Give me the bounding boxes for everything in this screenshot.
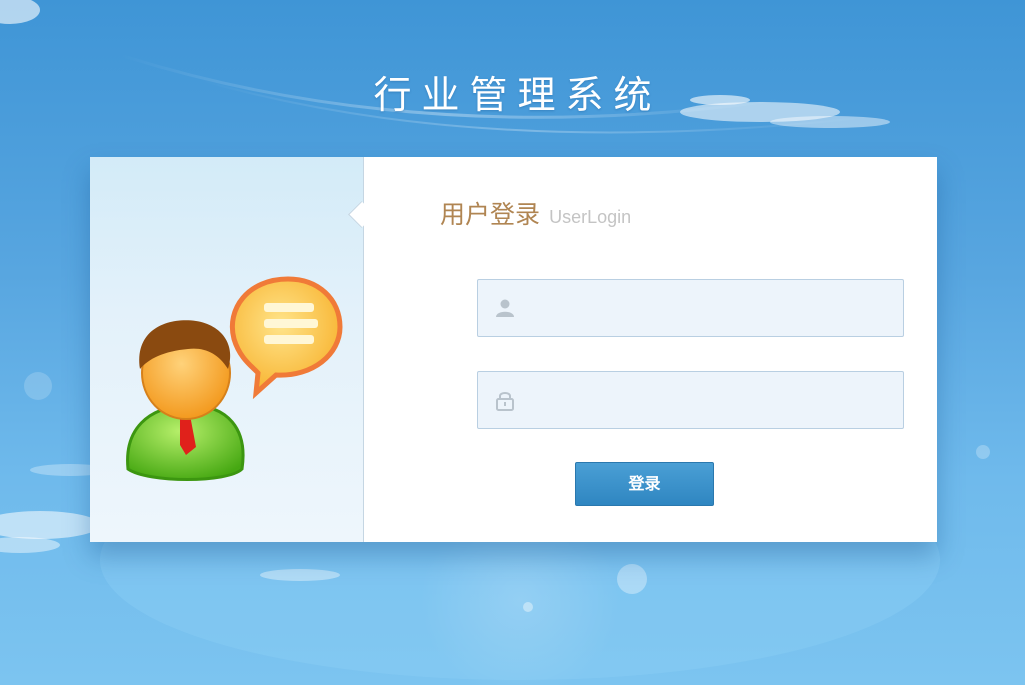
login-button[interactable]: 登录 <box>575 462 714 506</box>
login-heading: 用户登录 UserLogin <box>440 195 631 231</box>
system-title: 行业管理系统 <box>373 73 662 117</box>
illustration-pane <box>90 157 364 542</box>
login-heading-cn: 用户登录 <box>440 200 541 229</box>
login-heading-en: UserLogin <box>549 207 632 227</box>
user-chat-illustration <box>126 276 343 481</box>
username-input[interactable] <box>526 280 900 338</box>
username-field[interactable] <box>477 279 904 338</box>
lock-icon <box>496 392 514 411</box>
password-field[interactable] <box>477 371 904 430</box>
login-panel: 用户登录 UserLogin 登录 <box>90 157 937 542</box>
user-icon <box>496 299 514 317</box>
password-input[interactable] <box>526 372 900 430</box>
login-page: 行业管理系统 用户登录 UserLogin 登录 <box>0 0 1025 685</box>
